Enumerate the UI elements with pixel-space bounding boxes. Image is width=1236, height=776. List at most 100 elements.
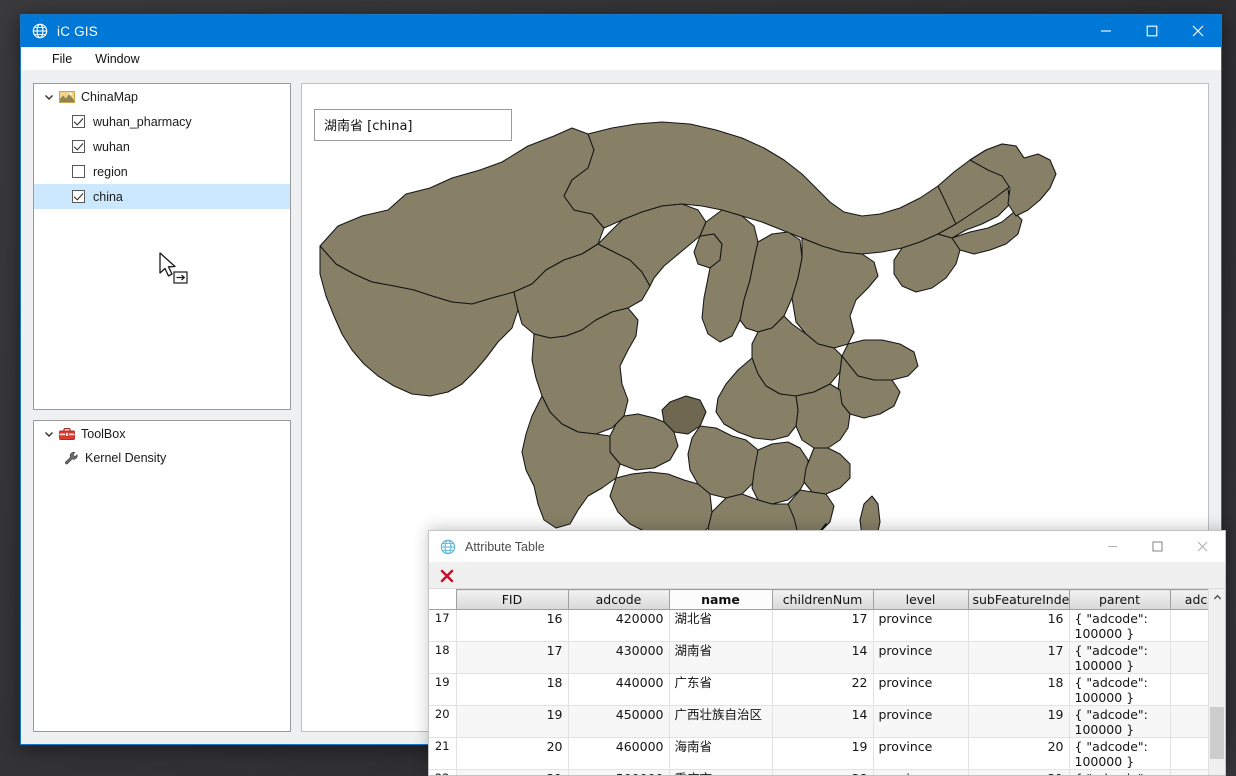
cell-level[interactable]: province [873,737,969,770]
tree-root-chinamap[interactable]: ChinaMap [34,84,290,109]
cell-adch[interactable] [1170,641,1208,674]
table-row[interactable]: 17 16 420000 湖北省 17 province 16 { "adcod… [429,609,1208,642]
cell-fid[interactable]: 16 [456,609,569,642]
chevron-down-icon[interactable] [40,92,58,102]
column-header-childrennum[interactable]: childrenNum [771,589,874,610]
attribute-table-title: Attribute Table [465,539,545,554]
table-row[interactable]: 19 18 440000 广东省 22 province 18 { "adcod… [429,673,1208,706]
maximize-icon[interactable] [1129,15,1175,47]
cell-subfeatureindex[interactable]: 18 [968,673,1070,706]
column-header-level[interactable]: level [872,589,969,610]
layer-checkbox-region[interactable] [72,165,85,178]
minimize-icon[interactable] [1083,15,1129,47]
table-header-row: FID adcode name childrenNum level subFea… [429,589,1208,610]
cell-adcode[interactable]: 430000 [568,641,670,674]
vertical-scrollbar[interactable] [1208,589,1225,775]
cell-subfeatureindex[interactable]: 19 [968,705,1070,738]
cell-adch[interactable] [1170,673,1208,706]
cell-parent[interactable]: { "adcode": [1069,769,1171,775]
table-row[interactable]: 20 19 450000 广西壮族自治区 14 province 19 { "a… [429,705,1208,738]
cell-subfeatureindex[interactable]: 20 [968,737,1070,770]
maximize-icon[interactable] [1135,531,1180,562]
row-number: 17 [429,609,457,642]
layer-item-china[interactable]: china [34,184,290,209]
tree-root-toolbox[interactable]: ToolBox [34,421,290,446]
cell-level[interactable]: province [873,769,969,775]
column-header-parent[interactable]: parent [1068,589,1171,610]
minimize-icon[interactable] [1090,531,1135,562]
cell-level[interactable]: province [873,705,969,738]
table-row[interactable]: 18 17 430000 湖南省 14 province 17 { "adcod… [429,641,1208,674]
column-header-adch[interactable]: adch [1169,589,1208,610]
layer-checkbox-china[interactable] [72,190,85,203]
cell-adcode[interactable]: 450000 [568,705,670,738]
cell-fid[interactable]: 21 [456,769,569,775]
layer-label-wuhan: wuhan [93,139,130,154]
cell-name[interactable]: 广西壮族自治区 [669,705,773,738]
row-number: 20 [429,705,457,738]
map-folder-icon [58,90,76,104]
cell-childrennum[interactable]: 22 [772,673,874,706]
cell-parent[interactable]: { "adcode": 100000 } [1069,705,1171,738]
column-header-adcode[interactable]: adcode [567,589,670,610]
cell-adch[interactable] [1170,737,1208,770]
cell-adcode[interactable]: 420000 [568,609,670,642]
layer-checkbox-wuhan_pharmacy[interactable] [72,115,85,128]
cell-name[interactable]: 重庆市 [669,769,773,775]
attribute-table-window: Attribute Table FID adcode name children… [428,530,1226,776]
cell-fid[interactable]: 19 [456,705,569,738]
cell-adcode[interactable]: 500000 [568,769,670,775]
menu-item-file[interactable]: File [43,49,81,69]
cell-parent[interactable]: { "adcode": 100000 } [1069,673,1171,706]
cell-adcode[interactable]: 440000 [568,673,670,706]
layer-checkbox-wuhan[interactable] [72,140,85,153]
cell-level[interactable]: province [873,609,969,642]
chevron-down-icon[interactable] [40,429,58,439]
attribute-table-title-bar: Attribute Table [429,531,1225,563]
cell-parent[interactable]: { "adcode": 100000 } [1069,737,1171,770]
cell-fid[interactable]: 20 [456,737,569,770]
cell-level[interactable]: province [873,673,969,706]
cell-parent[interactable]: { "adcode": 100000 } [1069,609,1171,642]
cell-name[interactable]: 广东省 [669,673,773,706]
cell-fid[interactable]: 17 [456,641,569,674]
cell-fid[interactable]: 18 [456,673,569,706]
window-title: iC GIS [57,23,98,39]
cell-childrennum[interactable]: 14 [772,641,874,674]
cell-name[interactable]: 湖北省 [669,609,773,642]
menu-bar: File Window [21,47,1221,71]
row-number: 21 [429,737,457,770]
close-icon[interactable] [1175,15,1221,47]
cell-parent[interactable]: { "adcode": 100000 } [1069,641,1171,674]
column-header-name[interactable]: name [668,589,773,610]
table-row[interactable]: 21 20 460000 海南省 19 province 20 { "adcod… [429,737,1208,770]
table-row[interactable]: 22 21 500000 重庆市 38 province 21 { "adcod… [429,769,1208,775]
attribute-grid[interactable]: FID adcode name childrenNum level subFea… [429,589,1208,775]
cell-childrennum[interactable]: 17 [772,609,874,642]
tool-item-kernel-density[interactable]: Kernel Density [34,446,290,470]
row-number: 19 [429,673,457,706]
layer-item-region[interactable]: region [34,159,290,184]
column-header-subfeatureindex[interactable]: subFeatureIndex [967,589,1070,610]
cell-subfeatureindex[interactable]: 21 [968,769,1070,775]
cell-subfeatureindex[interactable]: 16 [968,609,1070,642]
menu-item-window[interactable]: Window [86,49,148,69]
close-icon[interactable] [1180,531,1225,562]
cell-adch[interactable] [1170,769,1208,775]
chevron-up-icon[interactable] [1209,589,1225,606]
cell-childrennum[interactable]: 14 [772,705,874,738]
cell-adch[interactable] [1170,609,1208,642]
cell-adch[interactable] [1170,705,1208,738]
cell-subfeatureindex[interactable]: 17 [968,641,1070,674]
cell-childrennum[interactable]: 19 [772,737,874,770]
layer-item-wuhan_pharmacy[interactable]: wuhan_pharmacy [34,109,290,134]
cell-name[interactable]: 海南省 [669,737,773,770]
cell-name[interactable]: 湖南省 [669,641,773,674]
layer-item-wuhan[interactable]: wuhan [34,134,290,159]
column-header-fid[interactable]: FID [455,589,569,610]
cell-adcode[interactable]: 460000 [568,737,670,770]
scrollbar-thumb[interactable] [1210,707,1224,759]
delete-red-x-icon[interactable] [437,566,457,586]
cell-childrennum[interactable]: 38 [772,769,874,775]
cell-level[interactable]: province [873,641,969,674]
